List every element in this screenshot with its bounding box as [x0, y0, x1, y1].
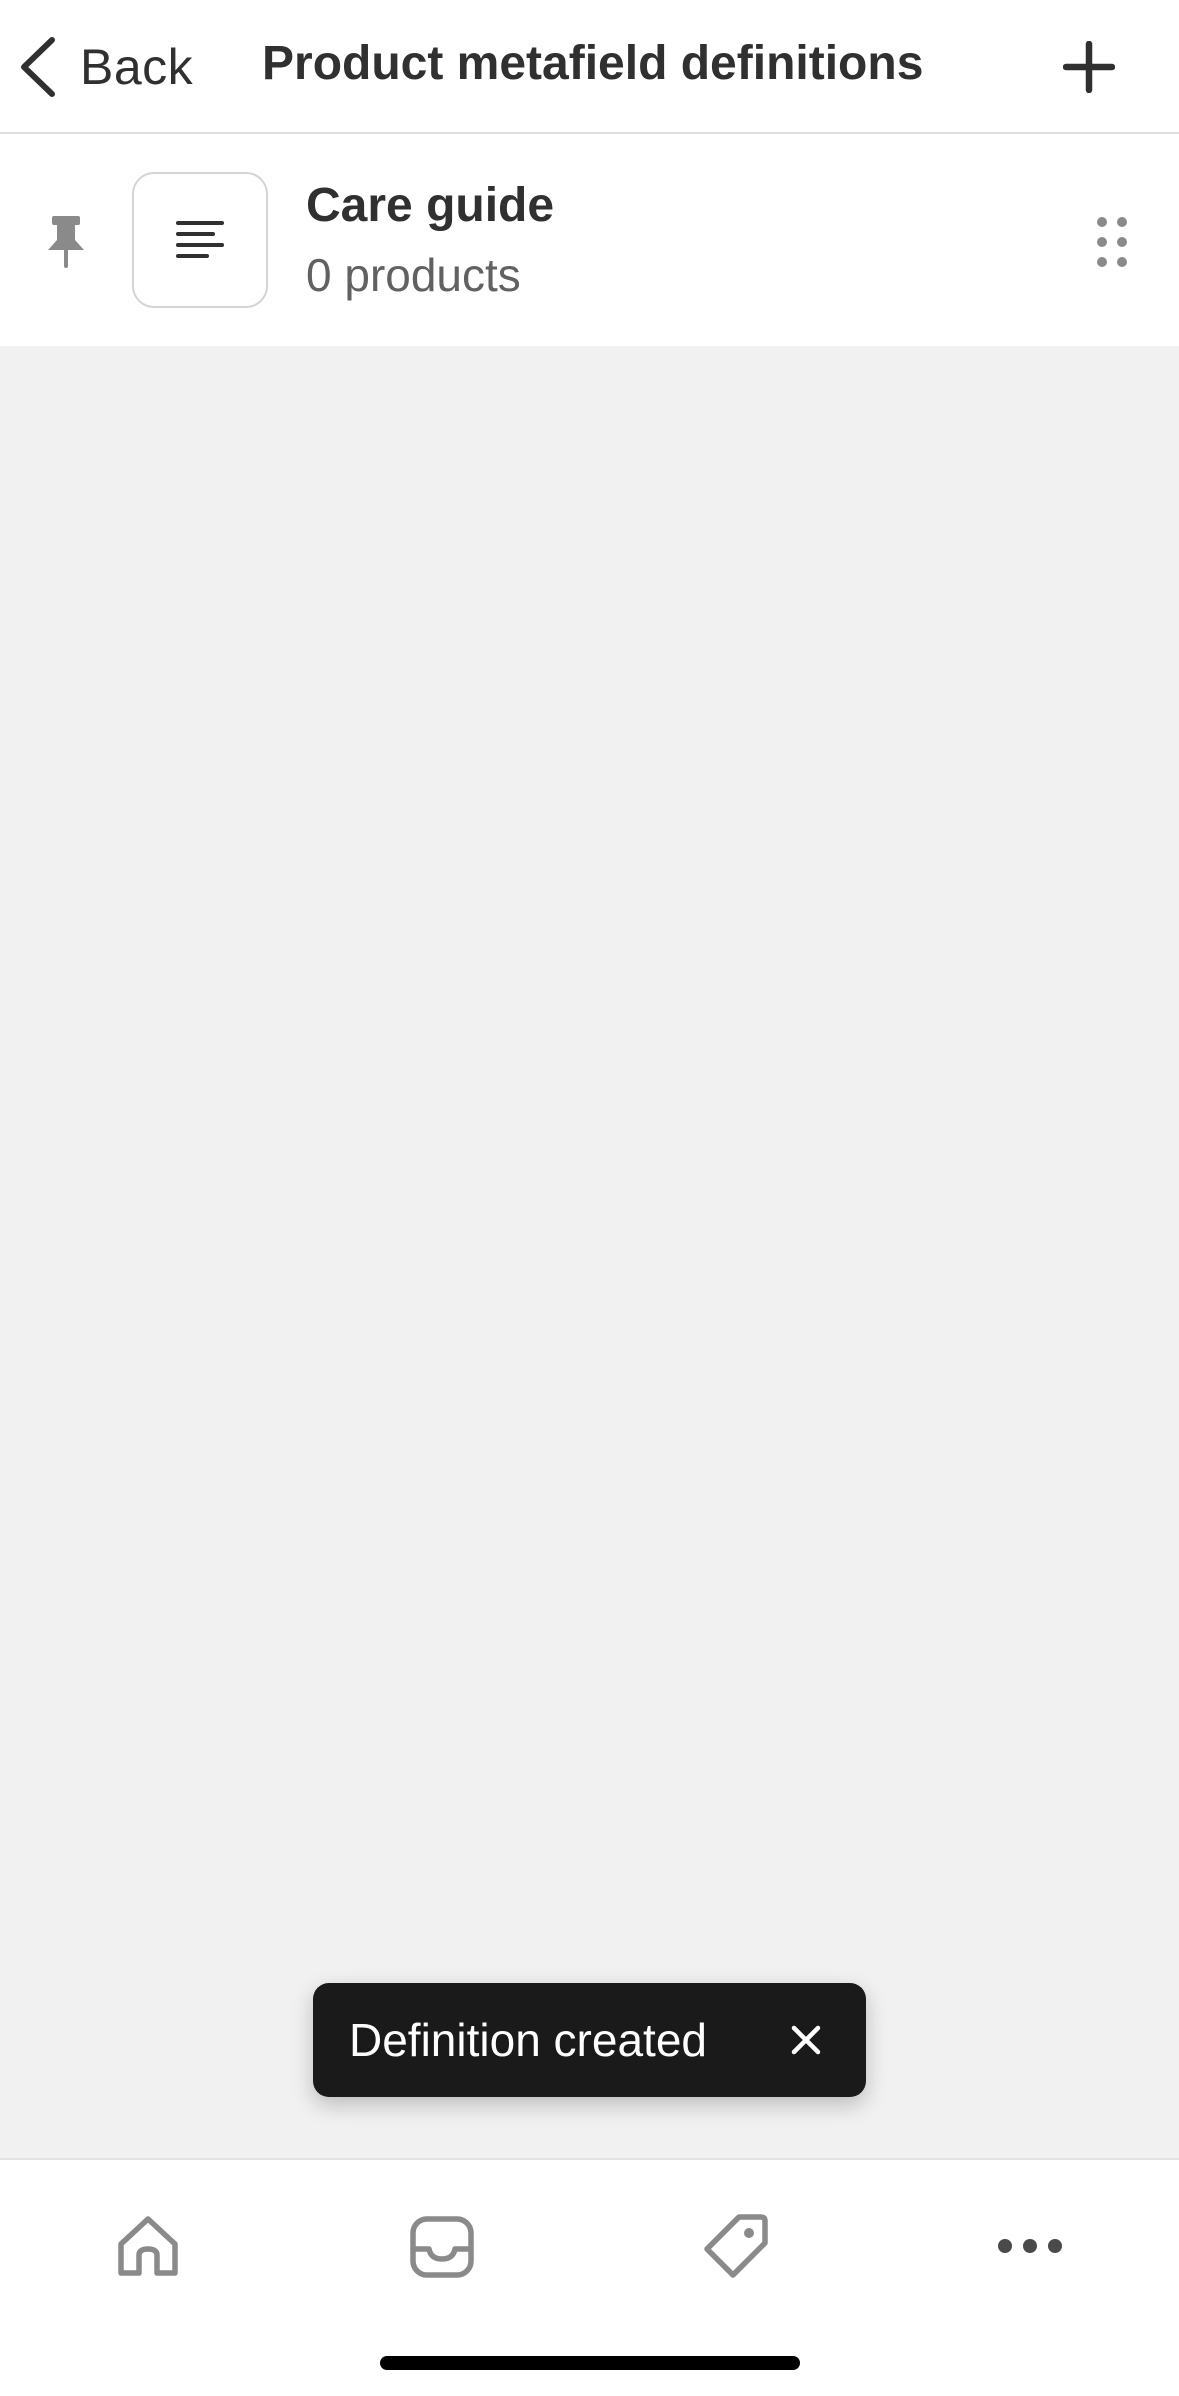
home-icon: [118, 2216, 178, 2276]
definition-product-count: 0 products: [306, 249, 521, 301]
bottom-tab-bar: [0, 2158, 1179, 2396]
page-title: Product metafield definitions: [262, 37, 924, 90]
text-lines-icon: [176, 221, 224, 258]
back-button[interactable]: Back: [18, 30, 193, 104]
tab-home[interactable]: [88, 2198, 208, 2294]
toast-notification: Definition created: [313, 1983, 866, 2097]
home-indicator: [380, 2356, 800, 2370]
back-label: Back: [80, 39, 194, 95]
toast-close-button[interactable]: [779, 2013, 833, 2067]
chevron-left-icon: [21, 37, 55, 97]
navigation-bar: Back Product metafield definitions: [0, 0, 1179, 134]
definition-type-thumbnail: [132, 172, 268, 308]
definition-row-care-guide[interactable]: Care guide 0 products: [0, 134, 1179, 346]
close-icon: [791, 2025, 821, 2055]
tag-icon: [704, 2214, 768, 2278]
drag-handle-icon[interactable]: [1092, 214, 1132, 270]
inbox-icon: [410, 2216, 474, 2278]
add-definition-button[interactable]: [1050, 30, 1128, 104]
tab-products[interactable]: [676, 2198, 796, 2294]
definition-name: Care guide: [306, 179, 555, 232]
more-horizontal-icon: [998, 2239, 1062, 2253]
toast-message: Definition created: [349, 2014, 707, 2066]
pin-icon[interactable]: [44, 214, 88, 270]
plus-icon: [1063, 41, 1115, 93]
tab-more[interactable]: [970, 2198, 1090, 2294]
tab-inbox[interactable]: [382, 2198, 502, 2294]
